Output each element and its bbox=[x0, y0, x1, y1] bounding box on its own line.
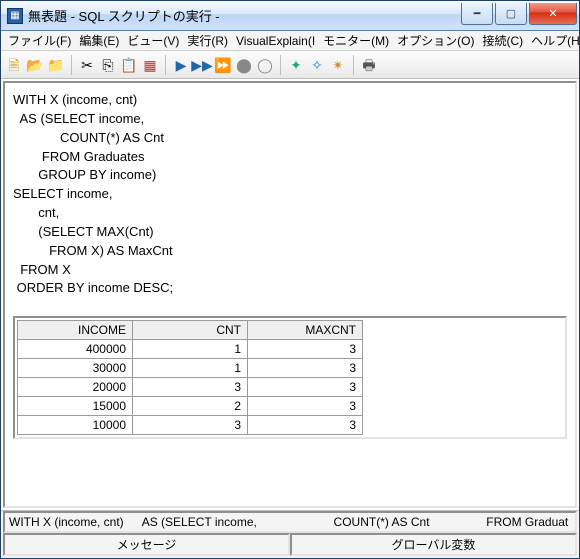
results-table: INCOME CNT MAXCNT 400000 1 3 30000 1 3 bbox=[17, 320, 363, 435]
stop-icon[interactable]: ⬤ bbox=[235, 56, 253, 74]
cell-cnt: 1 bbox=[133, 340, 248, 359]
titlebar[interactable]: ▦ 無表題 - SQL スクリプトの実行 - ━ ▢ ✕ bbox=[1, 1, 579, 31]
minimize-button[interactable]: ━ bbox=[461, 3, 493, 25]
menu-options[interactable]: オプション(O) bbox=[394, 31, 477, 50]
cell-income: 400000 bbox=[18, 340, 133, 359]
separator bbox=[353, 55, 354, 75]
maximize-button[interactable]: ▢ bbox=[495, 3, 527, 25]
menu-help[interactable]: ヘルプ(H) bbox=[528, 31, 580, 50]
separator bbox=[71, 55, 72, 75]
col-header-cnt[interactable]: CNT bbox=[133, 321, 248, 340]
table-row[interactable]: 400000 1 3 bbox=[18, 340, 363, 359]
cell-maxcnt: 3 bbox=[248, 359, 363, 378]
explain3-icon[interactable]: ✴ bbox=[329, 56, 347, 74]
cell-cnt: 3 bbox=[133, 416, 248, 435]
col-header-income[interactable]: INCOME bbox=[18, 321, 133, 340]
paste-icon[interactable]: 📋 bbox=[120, 56, 138, 74]
status-seg: FROM Graduat bbox=[486, 515, 568, 529]
tab-messages[interactable]: メッセージ bbox=[3, 533, 290, 556]
menu-run[interactable]: 実行(R) bbox=[184, 31, 231, 50]
statusbar: WITH X (income, cnt) AS (SELECT income, … bbox=[1, 510, 579, 558]
status-sql-line: WITH X (income, cnt) AS (SELECT income, … bbox=[3, 511, 577, 533]
status-seg: AS (SELECT income, bbox=[142, 515, 257, 529]
cell-income: 30000 bbox=[18, 359, 133, 378]
menu-file[interactable]: ファイル(F) bbox=[5, 31, 74, 50]
explain2-icon[interactable]: ✧ bbox=[308, 56, 326, 74]
cell-maxcnt: 3 bbox=[248, 378, 363, 397]
window-controls: ━ ▢ ✕ bbox=[461, 3, 577, 25]
table-header-row: INCOME CNT MAXCNT bbox=[18, 321, 363, 340]
cell-maxcnt: 3 bbox=[248, 416, 363, 435]
cut-icon[interactable]: ✂ bbox=[78, 56, 96, 74]
menu-edit[interactable]: 編集(E) bbox=[76, 31, 122, 50]
open-icon[interactable]: 📂 bbox=[26, 56, 44, 74]
run3-icon[interactable]: ⏩ bbox=[214, 56, 232, 74]
toolbar: 🗎 📂 📁 ✂ ⎘ 📋 ▦ ▶ ▶▶ ⏩ ⬤ ◯ ✦ ✧ ✴ 🖶 bbox=[1, 51, 579, 79]
col-header-maxcnt[interactable]: MAXCNT bbox=[248, 321, 363, 340]
cell-cnt: 2 bbox=[133, 397, 248, 416]
run1-icon[interactable]: ▶ bbox=[172, 56, 190, 74]
close-button[interactable]: ✕ bbox=[529, 3, 577, 25]
new-icon[interactable]: 🗎 bbox=[5, 56, 23, 74]
cell-income: 20000 bbox=[18, 378, 133, 397]
content-area: WITH X (income, cnt) AS (SELECT income, … bbox=[3, 81, 577, 508]
menubar: ファイル(F) 編集(E) ビュー(V) 実行(R) VisualExplain… bbox=[1, 31, 579, 51]
menu-connect[interactable]: 接続(C) bbox=[479, 31, 526, 50]
separator bbox=[165, 55, 166, 75]
menu-visual[interactable]: VisualExplain(I bbox=[233, 33, 318, 49]
cell-income: 15000 bbox=[18, 397, 133, 416]
copy-icon[interactable]: ⎘ bbox=[99, 56, 117, 74]
sql-editor[interactable]: WITH X (income, cnt) AS (SELECT income, … bbox=[13, 91, 567, 298]
table-row[interactable]: 15000 2 3 bbox=[18, 397, 363, 416]
tab-global-vars[interactable]: グローバル変数 bbox=[290, 533, 577, 556]
table-row[interactable]: 20000 3 3 bbox=[18, 378, 363, 397]
cell-cnt: 3 bbox=[133, 378, 248, 397]
save-icon[interactable]: 📁 bbox=[47, 56, 65, 74]
app-icon: ▦ bbox=[7, 8, 23, 24]
cell-maxcnt: 3 bbox=[248, 397, 363, 416]
status-seg: COUNT(*) AS Cnt bbox=[334, 515, 430, 529]
window-title: 無表題 - SQL スクリプトの実行 - bbox=[28, 6, 461, 25]
status-seg: WITH X (income, cnt) bbox=[9, 515, 124, 529]
record-icon[interactable]: ◯ bbox=[256, 56, 274, 74]
explain1-icon[interactable]: ✦ bbox=[287, 56, 305, 74]
run2-icon[interactable]: ▶▶ bbox=[193, 56, 211, 74]
menu-monitor[interactable]: モニター(M) bbox=[320, 31, 392, 50]
separator bbox=[280, 55, 281, 75]
script-icon[interactable]: ▦ bbox=[141, 56, 159, 74]
menu-view[interactable]: ビュー(V) bbox=[124, 31, 182, 50]
status-tabs: メッセージ グローバル変数 bbox=[3, 533, 577, 556]
app-window: ▦ 無表題 - SQL スクリプトの実行 - ━ ▢ ✕ ファイル(F) 編集(… bbox=[0, 0, 580, 559]
cell-income: 10000 bbox=[18, 416, 133, 435]
table-row[interactable]: 10000 3 3 bbox=[18, 416, 363, 435]
cell-maxcnt: 3 bbox=[248, 340, 363, 359]
print-icon[interactable]: 🖶 bbox=[360, 56, 378, 74]
cell-cnt: 1 bbox=[133, 359, 248, 378]
table-row[interactable]: 30000 1 3 bbox=[18, 359, 363, 378]
results-panel: INCOME CNT MAXCNT 400000 1 3 30000 1 3 bbox=[13, 316, 567, 439]
